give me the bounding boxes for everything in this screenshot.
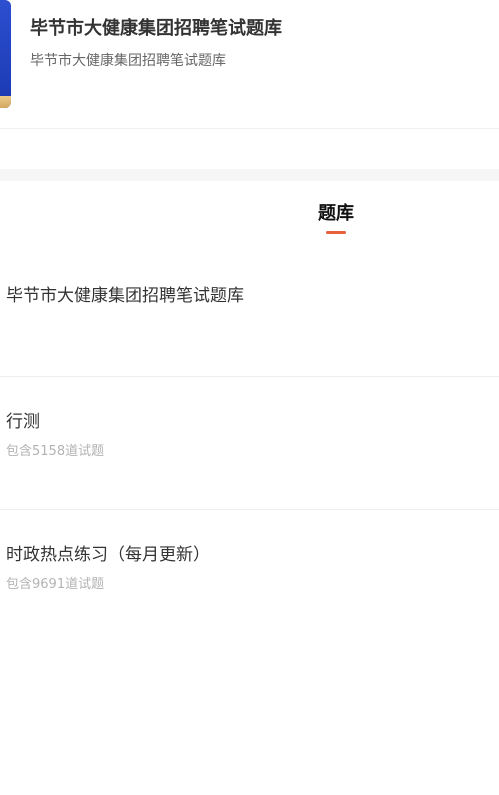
list-item[interactable]: 行测 包含5158道试题 (0, 377, 499, 510)
question-bank-title: 毕节市大健康集团招聘笔试题库 (6, 286, 244, 306)
book-cover-image (0, 0, 11, 108)
header-subtitle: 毕节市大健康集团招聘笔试题库 (30, 53, 226, 69)
section-divider (0, 169, 499, 181)
tab-bar: 题库 (0, 181, 499, 239)
list-item-name: 时政热点练习（每月更新） (6, 545, 210, 565)
list-item-name: 行测 (6, 412, 40, 432)
tab-label: 题库 (318, 203, 354, 224)
active-tab-indicator (326, 231, 346, 234)
spacer (0, 129, 499, 169)
question-bank-header: 毕节市大健康集团招聘笔试题库 (0, 239, 499, 377)
list-item[interactable]: 时政热点练习（每月更新） 包含9691道试题 (0, 510, 499, 643)
list-item-count: 包含9691道试题 (6, 577, 105, 592)
tab-question-bank[interactable]: 题库 (306, 199, 366, 234)
list-item-count: 包含5158道试题 (6, 444, 105, 459)
book-pages (0, 96, 11, 108)
header-title: 毕节市大健康集团招聘笔试题库 (30, 18, 282, 39)
app-header: 毕节市大健康集团招聘笔试题库 毕节市大健康集团招聘笔试题库 (0, 0, 499, 129)
